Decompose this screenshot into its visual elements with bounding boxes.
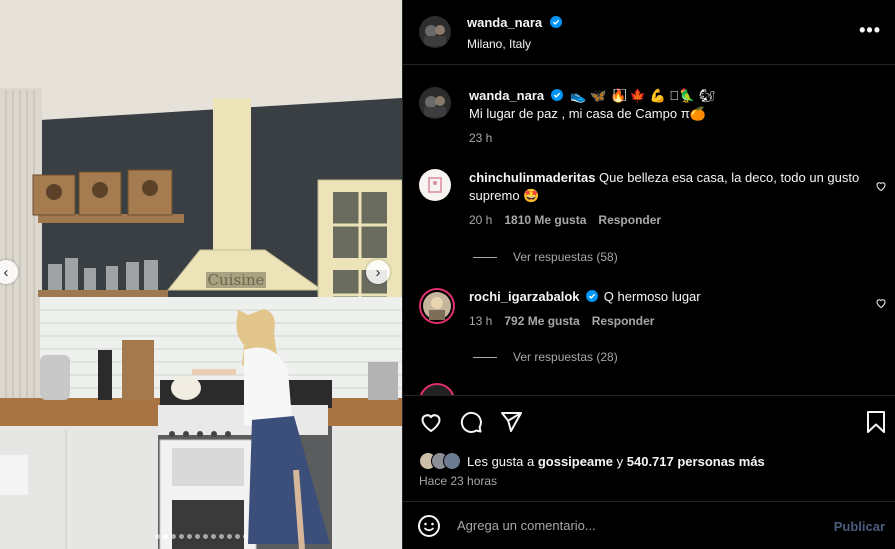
carousel-dot [170,534,176,539]
comment-username[interactable]: rochi_igarzabalok [469,289,580,304]
carousel-dot [210,534,216,539]
comment-time: 13 h [469,314,493,328]
view-replies-label: Ver respuestas (28) [513,350,618,364]
caption-text: Mi lugar de paz , mi casa de Campo π🍊 [469,106,706,121]
reply-button[interactable]: Responder [592,314,655,328]
carousel-dot [186,534,192,539]
caption-username[interactable]: wanda_nara [469,88,544,103]
post-panel: wanda_nara Milano, Italy ••• wanda_nara … [402,0,895,549]
hood-sign-text: Cuisine [208,271,265,289]
likes-user[interactable]: gossipeame [538,454,613,469]
likes-connector: y [616,453,624,469]
heart-icon[interactable] [419,410,443,434]
liker-avatar [443,452,461,470]
verified-icon [549,15,562,28]
commenter-avatar[interactable] [419,383,455,395]
bookmark-icon[interactable] [865,410,887,434]
carousel-dot [242,534,248,539]
carousel-dot [218,534,224,539]
author-username[interactable]: wanda_nara [467,15,542,30]
verified-icon [550,89,563,101]
post-header: wanda_nara Milano, Italy ••• [403,0,895,65]
comment-icon[interactable] [459,410,483,434]
reply-button[interactable]: Responder [598,213,661,227]
likes-count[interactable]: 540.717 personas más [627,454,765,469]
commenter-avatar[interactable] [419,169,451,201]
carousel-dot [154,534,160,539]
comment-text: Q hermoso lugar [603,289,701,304]
comment-input[interactable] [457,518,817,533]
more-options-button[interactable]: ••• [859,20,881,41]
chevron-right-icon: › [375,263,381,281]
carousel-dot [226,534,232,539]
verified-icon [586,290,599,302]
likes-prefix: Les gusta a [467,453,535,469]
carousel-dot [178,534,184,539]
caption-emojis: 👟 🦋 🔥⃞⃞⃞ 🍁 💪 ⃞🦜 🐿 [570,88,716,103]
post-actions: Les gusta a gossipeame y 540.717 persona… [403,395,895,501]
next-arrow-button[interactable]: › [366,260,390,284]
carousel-dot [202,534,208,539]
carousel-dot [234,534,240,539]
kitchen-photo: Cuisine [0,0,402,549]
caption-avatar[interactable] [419,87,451,119]
replies-line [473,256,497,258]
comment-item: chinchulinmaderitas Que belleza esa casa… [419,169,869,229]
replies-line [473,356,497,358]
emoji-icon[interactable] [417,514,441,538]
heart-icon[interactable] [875,180,887,192]
comment-time: 20 h [469,213,493,227]
comment-username[interactable]: chinchulinmaderitas [469,170,595,185]
commenter-avatar[interactable] [419,288,455,324]
view-replies-button[interactable]: Ver respuestas (58) [473,250,618,264]
heart-icon[interactable] [875,297,887,309]
chevron-left-icon: ‹ [3,263,9,281]
comment-likes[interactable]: 792 Me gusta [504,314,579,328]
carousel-dots [0,534,402,539]
caption-time: 23 h [469,131,493,145]
more-icon: ••• [859,20,881,40]
carousel-dot [162,534,168,539]
share-icon[interactable] [499,410,523,434]
view-replies-label: Ver respuestas (58) [513,250,618,264]
author-avatar[interactable] [419,16,451,48]
comments-list[interactable]: wanda_nara 👟 🦋 🔥⃞⃞⃞ 🍁 💪 ⃞🦜 🐿 Mi lugar de… [403,65,895,395]
view-replies-button[interactable]: Ver respuestas (28) [473,350,618,364]
likes-summary[interactable]: Les gusta a gossipeame y 540.717 persona… [419,452,765,470]
caption: wanda_nara 👟 🦋 🔥⃞⃞⃞ 🍁 💪 ⃞🦜 🐿 Mi lugar de… [419,87,869,147]
post-time: Hace 23 horas [419,474,498,488]
publish-button[interactable]: Publicar [834,519,885,534]
comment-likes[interactable]: 1810 Me gusta [504,213,586,227]
post-photo[interactable]: Cuisine ‹ › [0,0,402,549]
location-link[interactable]: Milano, Italy [467,37,562,51]
carousel-dot [194,534,200,539]
comment-item: rochi_igarzabalok Q hermoso lugar 13 h 79… [419,288,869,330]
comment-bar: Publicar [403,501,895,549]
